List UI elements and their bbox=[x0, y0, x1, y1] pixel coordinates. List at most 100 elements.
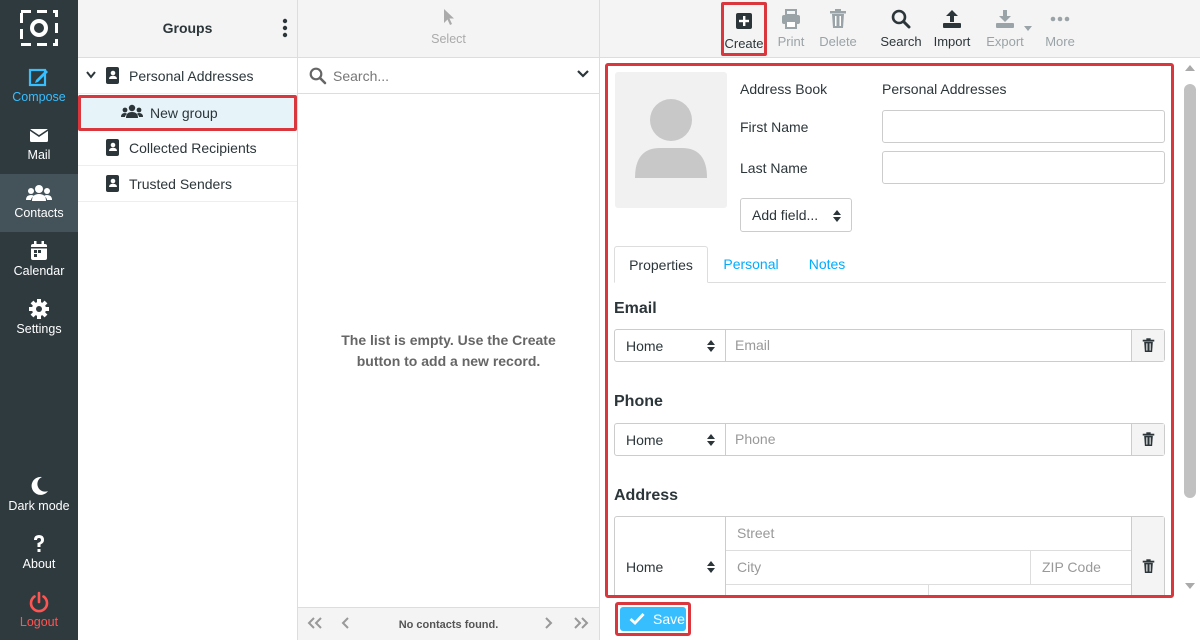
nav-compose-label: Compose bbox=[12, 90, 66, 104]
scrollbar-thumb[interactable] bbox=[1184, 84, 1196, 498]
plus-square-icon bbox=[736, 13, 752, 29]
nav-dark-mode[interactable]: Dark mode bbox=[0, 467, 78, 525]
nav-calendar[interactable]: Calendar bbox=[0, 232, 78, 290]
updown-caret-icon bbox=[833, 210, 841, 222]
nav-logout-label: Logout bbox=[19, 615, 59, 629]
address-type-select[interactable]: Home bbox=[615, 517, 726, 595]
first-name-field[interactable] bbox=[882, 110, 1165, 143]
avatar-placeholder-icon bbox=[635, 99, 707, 178]
contact-photo[interactable] bbox=[615, 72, 727, 208]
tab-personal[interactable]: Personal bbox=[714, 246, 788, 283]
address-section-title: Address bbox=[614, 487, 679, 504]
export-button[interactable]: Export bbox=[980, 0, 1032, 56]
group-label: Trusted Senders bbox=[129, 176, 232, 192]
next-page-button[interactable] bbox=[542, 616, 554, 635]
pointer-icon bbox=[443, 9, 454, 25]
chevron-down-icon[interactable] bbox=[86, 71, 96, 79]
address-row: Home bbox=[614, 516, 1165, 595]
power-icon bbox=[29, 591, 49, 613]
address-book-icon bbox=[106, 67, 119, 84]
zip-field-wrap bbox=[1031, 551, 1133, 585]
street-field[interactable] bbox=[737, 525, 1103, 541]
create-button[interactable]: Create bbox=[721, 2, 767, 56]
phone-type-value: Home bbox=[626, 432, 664, 448]
nav-compose[interactable]: Compose bbox=[0, 58, 78, 116]
mail-icon bbox=[29, 129, 49, 142]
gear-icon bbox=[29, 299, 49, 319]
upload-icon bbox=[943, 10, 961, 28]
email-field[interactable] bbox=[735, 337, 1125, 353]
search-icon bbox=[891, 9, 911, 29]
tab-notes[interactable]: Notes bbox=[798, 246, 856, 283]
trash-icon bbox=[1142, 338, 1155, 352]
city-field[interactable] bbox=[737, 559, 1011, 575]
nav-mail[interactable]: Mail bbox=[0, 116, 78, 174]
nav-about[interactable]: About bbox=[0, 525, 78, 583]
address-book-value: Personal Addresses bbox=[882, 81, 1007, 97]
more-button[interactable]: More bbox=[1040, 0, 1080, 56]
group-icon bbox=[121, 104, 143, 118]
import-button[interactable]: Import bbox=[930, 0, 974, 56]
form-scrollbar[interactable] bbox=[1182, 60, 1198, 598]
nav-settings[interactable]: Settings bbox=[0, 290, 78, 348]
nav-settings-label: Settings bbox=[16, 322, 62, 336]
updown-caret-icon bbox=[707, 434, 715, 446]
add-field-label: Add field... bbox=[752, 207, 819, 223]
nav-mail-label: Mail bbox=[27, 148, 51, 162]
zip-field[interactable] bbox=[1042, 559, 1133, 575]
compose-icon bbox=[28, 68, 48, 87]
kebab-menu-icon[interactable] bbox=[281, 18, 289, 38]
updown-caret-icon bbox=[707, 340, 715, 352]
delete-button[interactable]: Delete bbox=[816, 0, 860, 56]
select-button[interactable]: Select bbox=[298, 8, 599, 46]
tab-properties[interactable]: Properties bbox=[614, 246, 708, 283]
search-input[interactable] bbox=[333, 64, 553, 88]
group-trusted-senders[interactable]: Trusted Senders bbox=[78, 166, 297, 202]
print-button[interactable]: Print bbox=[772, 0, 810, 56]
city-field-wrap bbox=[726, 551, 1031, 585]
last-name-label: Last Name bbox=[740, 160, 808, 176]
save-highlight: Save bbox=[615, 602, 691, 636]
print-label: Print bbox=[777, 34, 805, 49]
first-name-label: First Name bbox=[740, 119, 809, 135]
delete-phone-button[interactable] bbox=[1131, 424, 1164, 455]
group-personal-addresses[interactable]: Personal Addresses bbox=[78, 58, 297, 94]
phone-type-select[interactable]: Home bbox=[615, 424, 726, 455]
contact-toolbar: Create Print Delete Search Import Export… bbox=[600, 0, 1200, 58]
nav-logout[interactable]: Logout bbox=[0, 583, 78, 640]
export-label: Export bbox=[986, 34, 1024, 49]
save-button[interactable]: Save bbox=[620, 607, 686, 631]
print-icon bbox=[782, 9, 800, 29]
street-field-wrap bbox=[726, 517, 1132, 551]
more-label: More bbox=[1045, 34, 1075, 49]
main-navigation: Compose Mail Contacts Calendar Settings … bbox=[0, 0, 78, 640]
group-collected-recipients[interactable]: Collected Recipients bbox=[78, 130, 297, 166]
search-button[interactable]: Search bbox=[879, 0, 923, 56]
updown-caret-icon bbox=[707, 561, 715, 573]
question-icon bbox=[34, 535, 44, 552]
last-name-field[interactable] bbox=[882, 151, 1165, 184]
trash-icon bbox=[1142, 432, 1155, 446]
nav-about-label: About bbox=[22, 557, 56, 571]
double-chevron-right-icon bbox=[574, 617, 589, 629]
email-row: Home bbox=[614, 329, 1165, 362]
group-new-group[interactable]: New group bbox=[78, 95, 297, 131]
delete-email-button[interactable] bbox=[1131, 330, 1164, 361]
contacts-icon bbox=[26, 185, 52, 201]
contact-tabs: Properties Personal Notes bbox=[614, 246, 1166, 283]
nav-contacts-label: Contacts bbox=[14, 206, 64, 220]
delete-address-button[interactable] bbox=[1131, 517, 1164, 595]
nav-contacts[interactable]: Contacts bbox=[0, 174, 78, 232]
phone-field[interactable] bbox=[735, 431, 1125, 447]
scroll-up-arrow-icon[interactable] bbox=[1185, 64, 1195, 72]
chevron-down-icon[interactable] bbox=[577, 70, 589, 78]
group-label: New group bbox=[150, 105, 218, 121]
phone-section-title: Phone bbox=[614, 393, 663, 410]
add-field-select[interactable]: Add field... bbox=[740, 198, 852, 232]
trash-icon bbox=[1142, 559, 1155, 573]
email-type-select[interactable]: Home bbox=[615, 330, 726, 361]
last-page-button[interactable] bbox=[572, 616, 590, 635]
scroll-down-arrow-icon[interactable] bbox=[1185, 582, 1195, 590]
group-label: Personal Addresses bbox=[129, 68, 254, 84]
search-label: Search bbox=[880, 34, 922, 49]
